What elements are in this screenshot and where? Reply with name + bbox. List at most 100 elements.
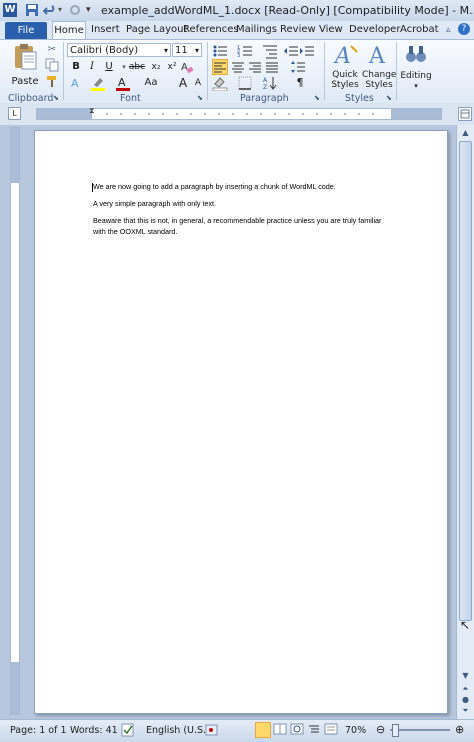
macro-record-icon[interactable]	[205, 723, 219, 740]
sort-icon[interactable]: AZ	[262, 75, 278, 91]
copy-icon[interactable]	[44, 58, 60, 74]
tab-mailings[interactable]: Mailings	[236, 24, 277, 35]
window-title: example_addWordML_1.docx [Read-Only] [Co…	[101, 4, 474, 17]
borders-icon[interactable]	[237, 75, 253, 91]
clear-formatting-icon[interactable]: A	[179, 59, 195, 75]
quick-styles-icon: A	[333, 44, 358, 69]
select-browse-object-icon[interactable]: ●	[459, 694, 472, 705]
ribbon: Paste ✂ Clipboard ⬊ Calibri (Body) ▾ 11 ▾ …	[0, 39, 474, 104]
minimize-ribbon-icon[interactable]: ▵	[446, 25, 451, 35]
help-icon[interactable]: ?	[458, 23, 470, 35]
paste-button[interactable]: Paste	[8, 43, 42, 87]
horizontal-ruler[interactable]: ⧗	[36, 106, 442, 120]
customize-qat-icon[interactable]: ▾	[86, 3, 100, 17]
cut-icon[interactable]: ✂	[44, 42, 60, 58]
paragraph-launcher-icon[interactable]: ⬊	[314, 94, 320, 102]
styles-launcher-icon[interactable]: ⬊	[386, 94, 392, 102]
change-styles-button[interactable]: A Change Styles	[362, 42, 396, 90]
superscript-button[interactable]: x²	[164, 59, 180, 75]
zoom-in-icon[interactable]: ⊕	[455, 723, 464, 736]
redo-icon[interactable]	[68, 3, 82, 17]
show-formatting-button[interactable]: ¶	[292, 75, 308, 91]
font-size-combo[interactable]: 11 ▾	[172, 43, 202, 57]
highlight-icon[interactable]	[90, 75, 106, 91]
mouse-cursor-icon: ↖	[460, 618, 471, 632]
chevron-down-icon: ▾	[163, 46, 168, 55]
paragraph[interactable]: We are now going to add a paragraph by i…	[93, 182, 336, 191]
chevron-down-icon: ▾	[194, 46, 199, 55]
tab-review[interactable]: Review	[280, 24, 316, 35]
paragraph[interactable]: A very simple paragraph with only text.	[93, 199, 216, 208]
numbering-icon[interactable]: 123	[237, 43, 253, 59]
line-spacing-icon[interactable]	[290, 59, 306, 75]
vertical-ruler[interactable]	[10, 127, 20, 715]
page-count[interactable]: Page: 1 of 1	[10, 725, 67, 736]
bold-button[interactable]: B	[68, 59, 84, 75]
language-indicator[interactable]: English (U.S.)	[146, 725, 210, 736]
shading-icon[interactable]	[212, 75, 228, 92]
tab-view[interactable]: View	[319, 24, 343, 35]
underline-button[interactable]: U	[101, 59, 117, 75]
chevron-down-icon: ▾	[414, 82, 418, 90]
indent-marker-icon[interactable]: ⧗	[89, 106, 95, 116]
document-page[interactable]: We are now going to add a paragraph by i…	[34, 130, 448, 714]
next-page-icon[interactable]: ⏷	[459, 705, 472, 716]
multilevel-list-icon[interactable]	[262, 43, 278, 59]
binoculars-icon	[406, 46, 426, 62]
zoom-slider[interactable]	[390, 729, 450, 731]
tab-home[interactable]: Home	[52, 21, 86, 40]
grow-font-button[interactable]: A	[175, 75, 191, 91]
increase-indent-icon[interactable]	[299, 43, 315, 59]
tab-selector-icon[interactable]: L	[8, 107, 21, 120]
tab-insert[interactable]: Insert	[91, 24, 120, 35]
format-painter-icon[interactable]	[44, 74, 60, 90]
scroll-down-icon[interactable]: ▼	[459, 670, 472, 681]
group-divider	[207, 42, 208, 100]
font-launcher-icon[interactable]: ⬊	[197, 94, 203, 102]
align-left-button[interactable]	[212, 59, 228, 75]
print-layout-view-icon[interactable]	[255, 722, 271, 738]
save-icon[interactable]	[25, 3, 39, 17]
tab-page-layout[interactable]: Page Layout	[126, 24, 187, 35]
undo-icon[interactable]	[42, 3, 57, 17]
zoom-out-icon[interactable]: ⊖	[376, 723, 385, 736]
paragraph[interactable]: with the OOXML standard.	[93, 227, 177, 236]
word-count[interactable]: Words: 41	[70, 725, 118, 736]
web-layout-icon[interactable]	[290, 723, 304, 738]
tab-developer[interactable]: Developer	[349, 24, 400, 35]
outline-view-icon[interactable]	[307, 723, 321, 738]
justify-button[interactable]	[264, 59, 280, 75]
quick-styles-button[interactable]: A Quick Styles	[328, 42, 362, 90]
tab-acrobat[interactable]: Acrobat	[400, 24, 439, 35]
scroll-thumb[interactable]	[459, 141, 472, 621]
strikethrough-button[interactable]: abc	[127, 59, 147, 75]
text-effects-icon[interactable]: A	[68, 75, 84, 91]
group-divider	[63, 42, 64, 100]
view-ruler-icon[interactable]	[458, 107, 472, 121]
full-screen-reading-icon[interactable]	[273, 723, 287, 738]
scroll-up-icon[interactable]: ▲	[459, 126, 472, 139]
zoom-level[interactable]: 70%	[345, 725, 366, 736]
clipboard-launcher-icon[interactable]: ⬊	[53, 94, 59, 102]
tab-file[interactable]: File	[5, 22, 47, 39]
decrease-indent-icon[interactable]	[283, 43, 299, 59]
previous-page-icon[interactable]: ⏶	[459, 683, 472, 694]
bullets-icon[interactable]	[212, 43, 228, 59]
font-color-icon[interactable]: A	[115, 75, 131, 91]
align-right-button[interactable]	[247, 59, 263, 75]
paragraph[interactable]: Beaware that this is not, in general, a …	[93, 216, 381, 225]
shrink-font-button[interactable]: A	[190, 75, 206, 91]
proofing-icon[interactable]	[121, 723, 135, 740]
subscript-button[interactable]: x₂	[148, 59, 164, 75]
italic-button[interactable]: I	[84, 59, 100, 75]
ruler-bottom-margin	[11, 662, 19, 714]
font-name-value: Calibri (Body)	[70, 45, 139, 56]
align-center-button[interactable]	[230, 59, 246, 75]
draft-view-icon[interactable]	[324, 723, 338, 738]
font-name-combo[interactable]: Calibri (Body) ▾	[67, 43, 171, 57]
tab-references[interactable]: References	[183, 24, 239, 35]
change-case-button[interactable]: Aa	[140, 75, 162, 91]
zoom-slider-thumb[interactable]	[392, 724, 399, 737]
word-logo-icon[interactable]: W	[3, 3, 17, 17]
editing-button[interactable]: Editing ▾	[400, 42, 432, 90]
